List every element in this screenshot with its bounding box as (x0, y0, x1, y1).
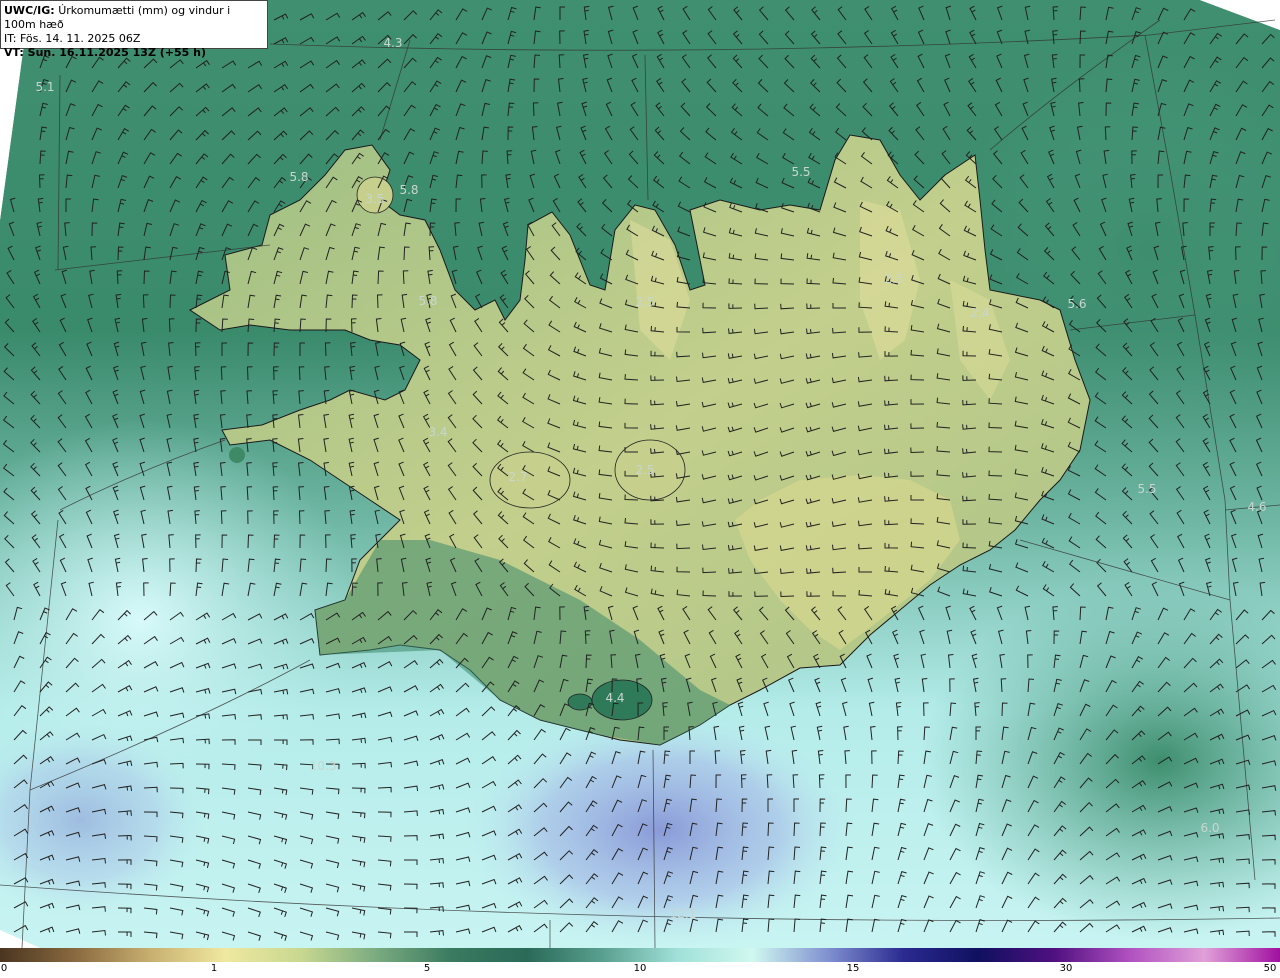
map-value-label: 5.8 (289, 170, 309, 184)
initial-time: IT: Fös. 14. 11. 2025 06Z (4, 32, 141, 45)
map-value-label: 3.4 (428, 425, 448, 439)
colorbar-tick: 5 (423, 963, 431, 974)
colorbar-ticks: 0 1 5 10 15 30 50 (0, 962, 1280, 978)
colorbar-tick: 0 (0, 963, 8, 974)
product-code: UWC/IG: (4, 4, 55, 17)
colorbar-tick: 30 (1059, 963, 1073, 974)
colorbar-tick: 50 (1263, 963, 1277, 974)
map-value-label: 5.5 (1137, 482, 1157, 496)
map-value-label: 5.1 (35, 80, 55, 94)
map-value-label: 4.6 (1247, 500, 1267, 514)
map-value-label: 6.0 (1200, 821, 1220, 835)
map-value-label: 2.5 (635, 463, 655, 477)
map-value-label: 4.3 (383, 36, 403, 50)
map-value-label: 2.7 (508, 470, 528, 484)
colorbar-tick: 10 (633, 963, 647, 974)
map-value-label: 5.5 (791, 165, 811, 179)
valid-time: VT: Sun. 16.11.2025 13Z (+55 h) (4, 46, 207, 59)
colorbar-tick: 15 (846, 963, 860, 974)
map-value-label: 10.3 (309, 759, 337, 773)
map-value-label: 3.5 (365, 192, 385, 206)
colorbar-tick: 1 (210, 963, 218, 974)
map-value-label: 2.5 (635, 295, 655, 309)
map-value-label: 5.8 (399, 183, 419, 197)
map-value-label: 5.8 (418, 294, 438, 308)
map-header: UWC/IG: Úrkomumætti (mm) og vindur i 100… (0, 0, 268, 59)
map-value-label: 2.5 (884, 272, 904, 286)
map-value-label: 12.1 (669, 907, 697, 921)
map-value-label: 5.6 (1067, 297, 1087, 311)
map-value-label: 2.4 (970, 306, 990, 320)
map-value-label: 4.4 (605, 691, 625, 705)
precipitation-colorbar (0, 948, 1280, 962)
